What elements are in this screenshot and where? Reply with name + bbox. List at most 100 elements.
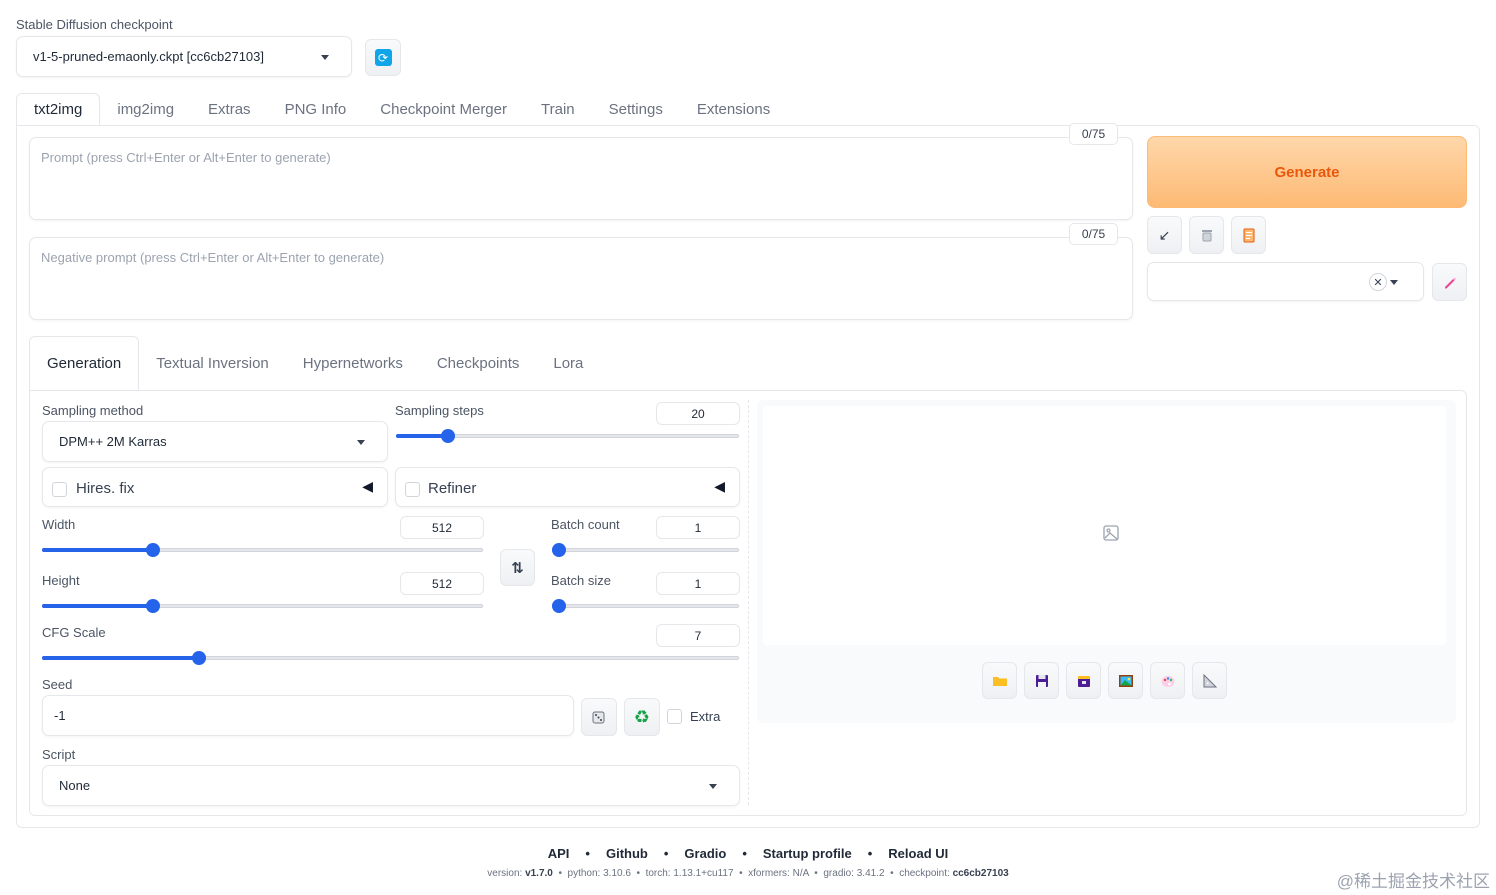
refiner-label: Refiner [428, 480, 477, 497]
tab-img2img[interactable]: img2img [100, 93, 191, 126]
tab-hypernetworks[interactable]: Hypernetworks [286, 336, 420, 391]
read-params-button[interactable]: ↙ [1147, 216, 1182, 254]
prompt-input[interactable]: Prompt (press Ctrl+Enter or Alt+Enter to… [29, 137, 1133, 220]
slider-thumb[interactable] [145, 543, 160, 557]
pencil-icon [1444, 277, 1456, 289]
slider-thumb[interactable] [552, 543, 566, 557]
width-label: Width [42, 517, 76, 532]
sampling-method-select[interactable]: DPM++ 2M Karras [42, 421, 388, 462]
output-panel [757, 400, 1456, 723]
footer-link-github[interactable]: Github [606, 846, 648, 861]
collapse-arrow-icon[interactable]: ◀ [362, 478, 373, 495]
tab-generation[interactable]: Generation [29, 336, 140, 391]
clear-styles-icon[interactable]: ✕ [1369, 273, 1387, 291]
image-gallery [763, 406, 1446, 645]
tab-settings[interactable]: Settings [592, 93, 680, 126]
footer-separator: • [585, 846, 590, 861]
refiner-checkbox[interactable] [405, 482, 420, 497]
tab-txt2img[interactable]: txt2img [16, 93, 101, 126]
seed-input[interactable]: -1 [42, 695, 574, 736]
footer-link-reload-ui[interactable]: Reload UI [888, 846, 948, 861]
ruler-icon [1203, 673, 1217, 687]
column-divider [748, 400, 749, 805]
tab-checkpoints[interactable]: Checkpoints [420, 336, 537, 391]
save-button[interactable] [1024, 662, 1059, 699]
negative-prompt-token-counter: 0/75 [1069, 223, 1118, 245]
clipboard-icon [1243, 228, 1254, 243]
open-folder-button[interactable] [982, 662, 1017, 699]
batch-count-label: Batch count [551, 517, 620, 532]
footer-link-startup-profile[interactable]: Startup profile [763, 846, 852, 861]
send-to-inpaint-button[interactable] [1150, 662, 1185, 699]
collapse-arrow-icon[interactable]: ◀ [714, 478, 725, 495]
extra-networks-tabs: Generation Textual Inversion Hypernetwor… [29, 336, 600, 391]
hires-fix-label: Hires. fix [76, 480, 135, 497]
apply-styles-button[interactable] [1231, 216, 1266, 254]
refresh-checkpoint-button[interactable]: ⟳ [365, 39, 401, 76]
tab-textual-inversion[interactable]: Textual Inversion [139, 336, 286, 391]
extra-seed-checkbox[interactable] [667, 709, 682, 724]
sampling-method-label: Sampling method [42, 403, 144, 418]
tab-png-info[interactable]: PNG Info [268, 93, 364, 126]
clear-prompt-button[interactable] [1189, 216, 1224, 254]
height-label: Height [42, 573, 80, 588]
sampling-method-value: DPM++ 2M Karras [59, 434, 167, 449]
main-tabs: txt2img img2img Extras PNG Info Checkpoi… [16, 93, 787, 126]
version-separator: • [636, 868, 640, 879]
tab-train[interactable]: Train [524, 93, 592, 126]
version-value: v1.7.0 [525, 868, 553, 879]
send-to-img2img-button[interactable] [1108, 662, 1143, 699]
sampling-steps-input[interactable]: 20 [656, 402, 740, 425]
version-info: version: v1.7.0 • python: 3.10.6 • torch… [0, 868, 1496, 879]
tab-lora[interactable]: Lora [536, 336, 600, 391]
checkpoint-select[interactable]: v1-5-pruned-emaonly.ckpt [cc6cb27103] [16, 36, 352, 77]
xformers-value: N/A [792, 868, 809, 879]
generate-button[interactable]: Generate [1147, 136, 1467, 208]
image-icon [1103, 525, 1119, 541]
footer-separator: • [867, 846, 873, 861]
cfg-scale-slider[interactable] [42, 650, 739, 666]
extra-seed-label: Extra [690, 709, 721, 724]
height-input[interactable]: 512 [400, 572, 484, 595]
checkpoint-hash-value: cc6cb27103 [952, 868, 1009, 879]
swap-dimensions-button[interactable]: ⇅ [500, 549, 535, 586]
refiner-accordion[interactable]: Refiner ◀ [395, 467, 740, 507]
cfg-scale-input[interactable]: 7 [656, 624, 740, 647]
xformers-key: xformers: [748, 868, 790, 879]
tab-extras[interactable]: Extras [191, 93, 268, 126]
send-to-extras-button[interactable] [1192, 662, 1227, 699]
negative-prompt-input[interactable]: Negative prompt (press Ctrl+Enter or Alt… [29, 237, 1133, 320]
footer-link-gradio[interactable]: Gradio [684, 846, 726, 861]
refresh-icon: ⟳ [374, 49, 392, 66]
save-zip-button[interactable] [1066, 662, 1101, 699]
script-select[interactable]: None [42, 765, 740, 806]
watermark: @稀土掘金技术社区 [1336, 872, 1490, 891]
batch-count-input[interactable]: 1 [656, 516, 740, 539]
batch-size-input[interactable]: 1 [656, 572, 740, 595]
hires-fix-checkbox[interactable] [52, 482, 67, 497]
slider-thumb[interactable] [440, 429, 455, 443]
slider-thumb[interactable] [552, 599, 566, 613]
version-separator: • [739, 868, 743, 879]
image-icon [1118, 674, 1133, 687]
edit-styles-button[interactable] [1432, 263, 1467, 301]
chevron-down-icon [357, 439, 365, 445]
footer-link-api[interactable]: API [548, 846, 570, 861]
hires-fix-accordion[interactable]: Hires. fix ◀ [42, 467, 388, 507]
styles-select[interactable]: ✕ [1147, 262, 1424, 301]
batch-size-slider[interactable] [552, 598, 739, 614]
width-slider[interactable] [42, 542, 483, 558]
height-slider[interactable] [42, 598, 483, 614]
version-separator: • [890, 868, 894, 879]
tab-extensions[interactable]: Extensions [680, 93, 787, 126]
slider-thumb[interactable] [191, 651, 206, 665]
width-input[interactable]: 512 [400, 516, 484, 539]
script-label: Script [42, 747, 76, 762]
sampling-steps-slider[interactable] [396, 428, 739, 444]
slider-thumb[interactable] [145, 599, 160, 613]
tab-checkpoint-merger[interactable]: Checkpoint Merger [363, 93, 524, 126]
reuse-seed-button[interactable]: ♻ [624, 698, 660, 736]
random-seed-button[interactable] [581, 698, 617, 736]
batch-count-slider[interactable] [552, 542, 739, 558]
version-key: version: [487, 868, 523, 879]
